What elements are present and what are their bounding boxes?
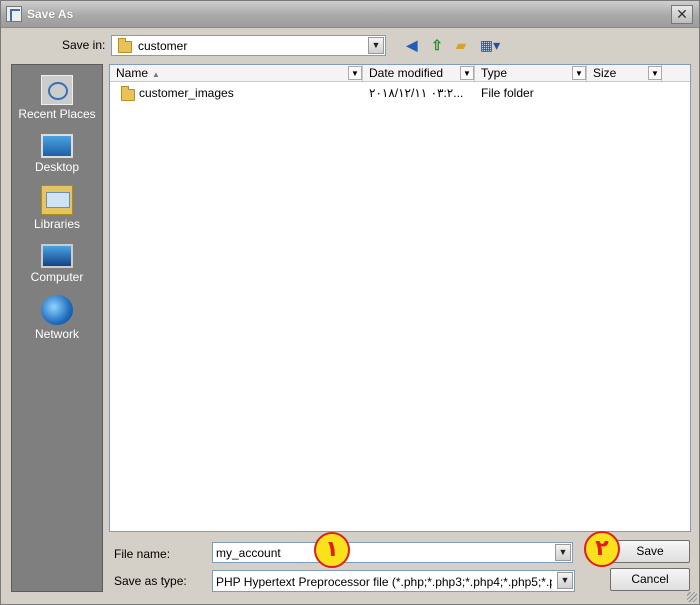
step-1-badge: ۱ <box>314 532 350 568</box>
column-label: Name <box>116 66 149 80</box>
app-icon <box>6 6 22 22</box>
place-label: Libraries <box>33 217 81 231</box>
close-button[interactable]: ✕ <box>671 5 693 24</box>
recent-places-icon <box>41 75 73 105</box>
file-list[interactable]: Name ▲ ▼ Date modified ▼ Type ▼ Size ▼ cu… <box>109 64 691 532</box>
column-header-name[interactable]: Name ▲ <box>110 65 363 82</box>
save-in-dropdown[interactable]: customer ▼ <box>111 35 386 56</box>
folder-icon <box>121 86 135 101</box>
date-filter-dropdown-icon[interactable]: ▼ <box>460 66 474 80</box>
resize-grip-icon[interactable] <box>687 592 697 602</box>
place-label: Network <box>34 327 79 341</box>
window-title: Save As <box>27 7 74 21</box>
file-name-label: File name: <box>114 547 171 561</box>
sort-ascending-icon: ▲ <box>152 70 160 79</box>
column-header-type[interactable]: Type <box>475 65 587 82</box>
place-computer[interactable]: Computer <box>12 236 102 288</box>
save-as-type-select[interactable]: PHP Hypertext Preprocessor file (*.php;*… <box>212 570 575 592</box>
column-label: Type <box>481 66 508 80</box>
desktop-icon <box>41 134 73 158</box>
file-name-cell: customer_images <box>139 86 234 100</box>
place-label: Desktop <box>34 160 80 174</box>
size-filter-dropdown-icon[interactable]: ▼ <box>648 66 662 80</box>
views-menu-icon[interactable]: ▦▾ <box>477 36 503 54</box>
network-icon <box>41 295 73 325</box>
name-filter-dropdown-icon[interactable]: ▼ <box>348 66 362 80</box>
up-folder-icon[interactable]: ⇧ <box>427 36 447 54</box>
chevron-down-icon[interactable]: ▼ <box>368 37 384 54</box>
new-folder-icon[interactable]: ▰ <box>451 36 471 54</box>
place-label: Recent Places <box>18 107 96 121</box>
file-name-input[interactable] <box>215 545 553 560</box>
chevron-down-icon[interactable]: ▼ <box>557 572 573 589</box>
save-as-dialog: Save As ✕ Save in: customer ▼ ◀ ⇧ ▰ ▦▾ R… <box>0 0 700 605</box>
column-label: Size <box>593 66 617 80</box>
save-as-type-value: PHP Hypertext Preprocessor file (*.php;*… <box>216 575 552 589</box>
title-bar[interactable]: Save As ✕ <box>1 1 699 28</box>
step-2-badge: ۲ <box>584 531 620 567</box>
back-icon[interactable]: ◀ <box>402 36 422 54</box>
place-network[interactable]: Network <box>12 291 102 343</box>
list-item[interactable]: customer_images ۲۰۱۸/۱۲/۱۱ ۰۳:۲... File … <box>110 84 690 102</box>
save-button[interactable]: Save <box>610 540 690 563</box>
file-name-combo[interactable]: ▼ <box>212 542 573 563</box>
save-in-label: Save in: <box>62 38 106 52</box>
date-modified-cell: ۲۰۱۸/۱۲/۱۱ ۰۳:۲... <box>369 86 464 100</box>
chevron-down-icon[interactable]: ▼ <box>555 544 571 561</box>
column-label: Date modified <box>369 66 444 80</box>
place-recent-places[interactable]: Recent Places <box>12 71 102 123</box>
place-libraries[interactable]: Libraries <box>12 181 102 233</box>
save-as-type-label: Save as type: <box>114 574 187 588</box>
place-desktop[interactable]: Desktop <box>12 126 102 178</box>
column-header-date-modified[interactable]: Date modified <box>363 65 475 82</box>
place-label: Computer <box>30 270 84 284</box>
cancel-button[interactable]: Cancel <box>610 568 690 591</box>
current-folder-name: customer <box>138 39 188 53</box>
computer-icon <box>41 244 73 268</box>
folder-icon <box>118 38 132 53</box>
type-filter-dropdown-icon[interactable]: ▼ <box>572 66 586 80</box>
libraries-icon <box>41 185 73 215</box>
type-cell: File folder <box>481 86 534 100</box>
places-bar: Recent Places Desktop Libraries Computer… <box>11 64 103 592</box>
column-header-row: Name ▲ ▼ Date modified ▼ Type ▼ Size ▼ <box>110 65 690 82</box>
